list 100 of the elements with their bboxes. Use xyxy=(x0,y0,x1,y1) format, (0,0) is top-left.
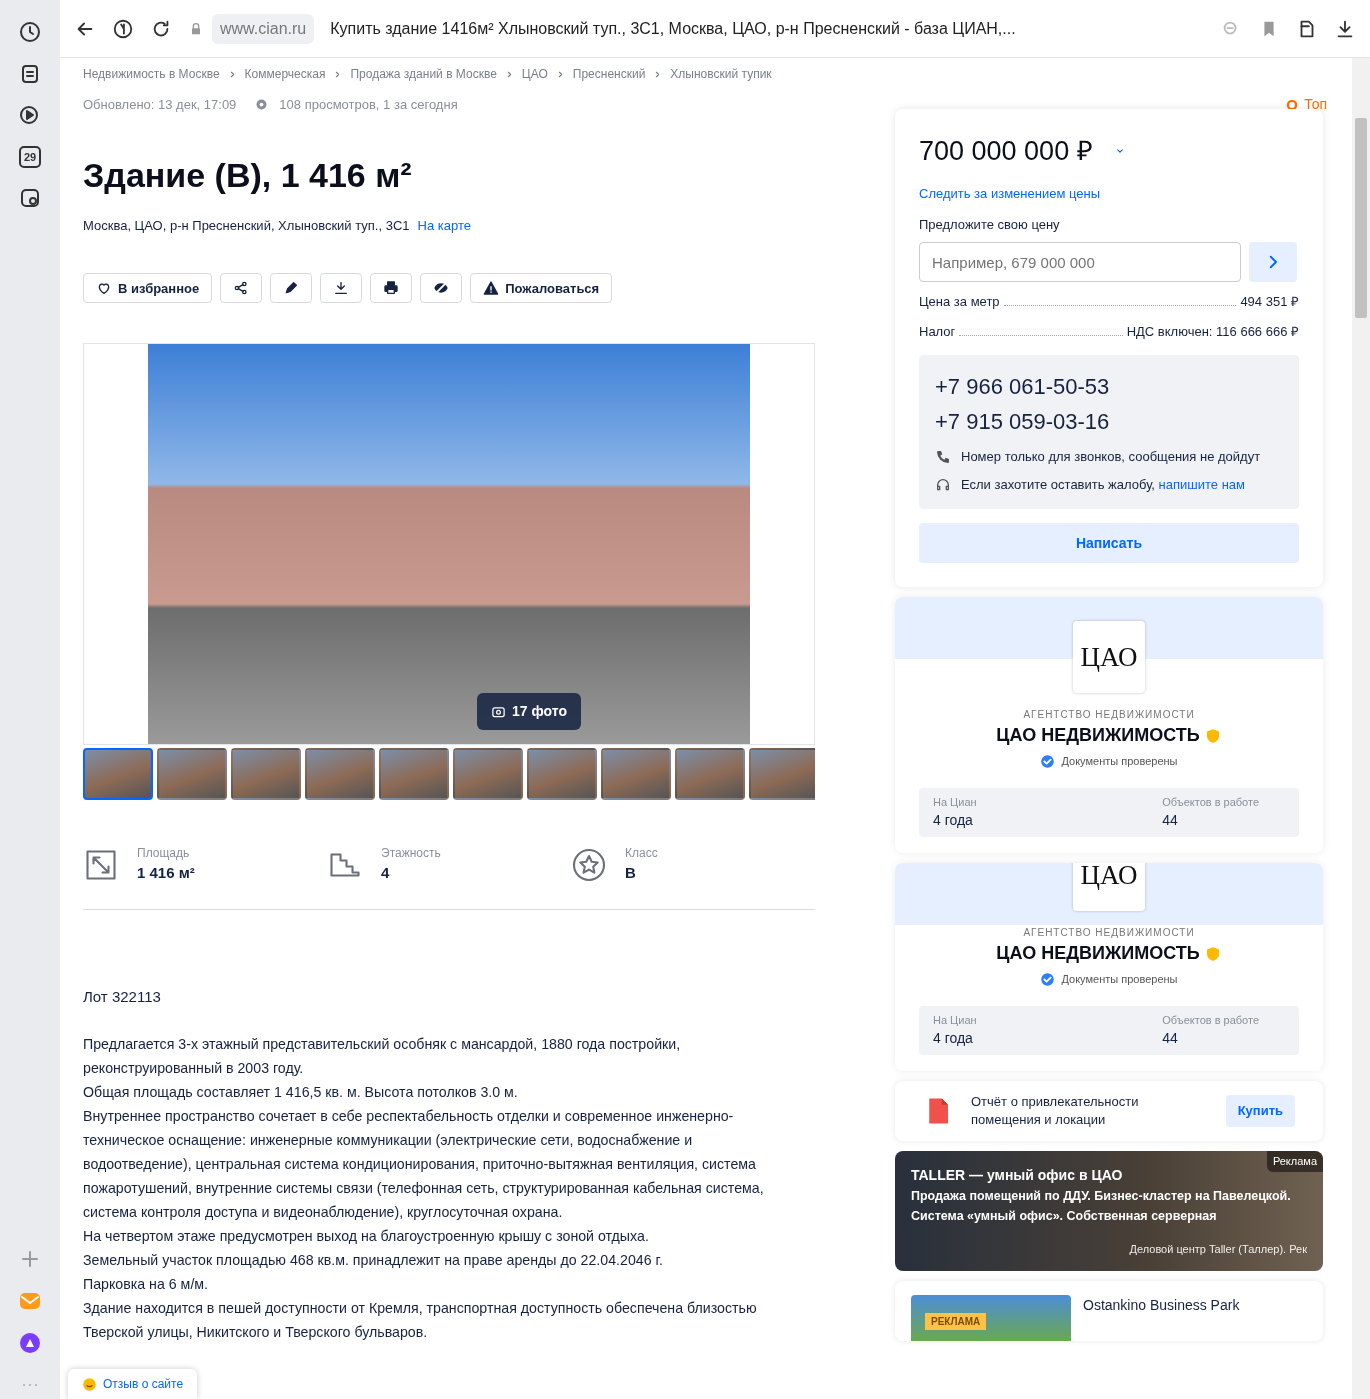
agency-logo[interactable]: ЦАО xyxy=(1073,863,1145,911)
feature-value: 4 xyxy=(381,863,391,884)
stat-value: 44 xyxy=(1162,1029,1179,1048)
breadcrumb-link[interactable]: Коммерческая xyxy=(244,65,326,83)
feature-value: 1 416 м² xyxy=(137,863,195,884)
smile-icon xyxy=(82,1376,97,1392)
calendar-day[interactable]: 29 xyxy=(19,146,41,168)
agency-logo[interactable]: ЦАО xyxy=(1073,621,1145,693)
feedback-button[interactable]: Отзыв о сайте xyxy=(68,1369,198,1399)
agency-type: АГЕНТСТВО НЕДВИЖИМОСТИ xyxy=(1022,708,1196,722)
photo-thumbnail[interactable] xyxy=(601,748,671,801)
photo-thumbnail[interactable] xyxy=(453,748,523,801)
photo-thumbnail[interactable] xyxy=(675,748,745,801)
complaint-text: Если захотите оставить жалобу, напишите нам xyxy=(961,476,1245,494)
heart-icon xyxy=(96,280,112,297)
page-title: Купить здание 1416м² Хлыновский туп., 3С1, Москва, ЦАО, р-н Пресненский - база ЦИАН,... xyxy=(330,18,1016,39)
stat-label: На Циан xyxy=(933,794,977,810)
description-paragraph: Земельный участок площадью 468 кв.м. принадлежит на праве аренды до 22.04.2046 г. xyxy=(83,1251,664,1271)
photo-count-button[interactable]: 17 фото xyxy=(477,693,581,731)
url-text[interactable]: www.cian.ru xyxy=(212,13,315,44)
headset-icon xyxy=(935,477,951,493)
ad-card[interactable]: РЕКЛАМА Ostankino Business Park xyxy=(895,1281,1323,1341)
top-label: Топ xyxy=(1304,95,1327,114)
warning-icon xyxy=(483,280,500,297)
detail-label: Налог xyxy=(919,322,956,341)
agency-name[interactable]: ЦАО НЕДВИЖИМОСТЬ xyxy=(996,940,1200,967)
feature-value: B xyxy=(625,863,637,884)
report-button[interactable]: Пожаловаться xyxy=(470,273,613,304)
favorite-button[interactable]: В избранное xyxy=(83,273,213,304)
photo-thumbnail[interactable] xyxy=(379,748,449,801)
price-tracking-link[interactable]: Следить за изменением цены xyxy=(919,183,1100,203)
download-button[interactable] xyxy=(320,273,363,304)
price: 700 000 000 ₽ xyxy=(919,135,1093,168)
verified-icon xyxy=(1040,753,1056,769)
detail-label: Цена за метр xyxy=(919,293,1000,311)
description-paragraph: Парковка на 6 м/м. xyxy=(83,1275,209,1295)
breadcrumb-link[interactable]: Хлыновский тупик xyxy=(670,65,772,83)
verified-icon xyxy=(1040,971,1056,987)
ad-label: Реклама xyxy=(1266,1151,1323,1172)
stat-value: 4 года xyxy=(933,811,974,830)
verified-label: Документы проверены xyxy=(1061,972,1178,987)
print-button[interactable] xyxy=(370,273,413,304)
stat-label: На Циан xyxy=(933,1012,977,1028)
scrollbar[interactable] xyxy=(1352,58,1370,1399)
buy-button[interactable]: Купить xyxy=(1225,1095,1295,1127)
assistant-icon[interactable] xyxy=(18,1331,42,1355)
photo-thumbnail[interactable] xyxy=(749,748,815,801)
ad-title: TALLER — умный офис в ЦАО xyxy=(911,1166,1124,1185)
updated-text: Обновлено: 13 дек, 17:09 xyxy=(83,95,237,114)
ad-title: Ostankino Business Park xyxy=(1083,1296,1240,1315)
description-paragraph: Внутреннее пространство сочетает в себе респектабельность отделки и современное инженерно-техническое оснащение: инженерные коммуникации (электрические сети, водоснабжение и водоотведение), центральная система кондиционирования, приточно-вытяжная вентиляция, система пожаротушений, внутренние системы связи (телефонная сеть, структурированная кабельная система, система контроля доступа и видеонаблюдение), круглосуточная охрана. xyxy=(83,1107,765,1223)
ad-source: Деловой центр Taller (Таллер). Рек xyxy=(1128,1241,1307,1257)
description-paragraph: Здание находится в пешей доступности от Кремля, транспортная доступность обеспечена близостью Тверской улицы, Никитского и Тверского бульваров. xyxy=(83,1299,758,1343)
price-offer-field[interactable]: Например, 679 000 000 xyxy=(919,242,1241,282)
ad-label: РЕКЛАМА xyxy=(925,1313,987,1330)
contact-link[interactable]: напишите нам xyxy=(1158,477,1245,492)
agency-type: АГЕНТСТВО НЕДВИЖИМОСТИ xyxy=(1022,926,1196,940)
breadcrumb-link[interactable]: ЦАО xyxy=(521,65,548,83)
views-text: 108 просмотров, 1 за сегодня xyxy=(279,95,458,114)
photo-thumbnail[interactable] xyxy=(157,748,227,801)
feature-label: Площадь xyxy=(137,845,191,863)
stat-value: 44 xyxy=(1162,811,1179,830)
phone-icon xyxy=(935,449,951,465)
breadcrumb-link[interactable]: Пресненский xyxy=(572,65,646,83)
stat-value: 4 года xyxy=(933,1029,974,1048)
report-description: Отчёт о привлекательности помещения и локации xyxy=(971,1093,1140,1129)
description-paragraph: На четвертом этаже предусмотрен выход на благоустроенную крышу с зоной отдыха. xyxy=(83,1227,650,1247)
detail-value: НДС включен: 116 666 666 ₽ xyxy=(1126,322,1299,341)
feature-label: Класс xyxy=(625,845,658,863)
listing-title: Здание (В), 1 416 м² xyxy=(83,155,413,196)
browser-logo-icon[interactable] xyxy=(112,17,134,40)
offer-label: Предложите свою цену xyxy=(919,215,1061,234)
breadcrumb-link[interactable]: Продажа зданий в Москве xyxy=(350,65,497,83)
description-paragraph: Общая площадь составляет 1 416,5 кв. м. Высота потолков 3.0 м. xyxy=(83,1083,519,1103)
camera-icon xyxy=(491,704,506,720)
map-link[interactable]: На карте xyxy=(417,217,471,233)
stat-label: Объектов в работе xyxy=(1162,1012,1259,1028)
photo-thumbnail[interactable] xyxy=(527,748,597,801)
printer-icon xyxy=(383,280,400,297)
agency-name[interactable]: ЦАО НЕДВИЖИМОСТЬ xyxy=(996,722,1200,749)
phone-number[interactable]: +7 915 059-03-16 xyxy=(935,404,1283,439)
share-button[interactable] xyxy=(220,273,263,304)
description-paragraph: Предлагается 3-х этажный представительский особняк с мансардой, 1880 года постройки, реконструированный в 2003 году. xyxy=(83,1035,682,1079)
lot-number: Лот 322113 xyxy=(83,986,162,1007)
breadcrumb-link[interactable]: Недвижимость в Москве xyxy=(83,65,220,83)
calls-note: Номер только для звонков, сообщения не дойдут xyxy=(961,448,1261,466)
screenshot-icon[interactable] xyxy=(18,186,42,210)
ad-text: Продажа помещений по ДДУ. Бизнес-кластер на Павелецкой. Система «умный офис». Собственная серверная xyxy=(911,1188,1292,1225)
phone-number[interactable]: +7 966 061-50-53 xyxy=(935,369,1283,404)
write-button[interactable]: Написать xyxy=(919,523,1299,563)
verified-label: Документы проверены xyxy=(1061,754,1178,769)
photo-thumbnail[interactable] xyxy=(231,748,301,801)
edit-button[interactable] xyxy=(270,273,313,304)
clock-icon[interactable] xyxy=(18,20,42,44)
photo-thumbnail[interactable] xyxy=(305,748,375,801)
ad-banner[interactable]: Реклама TALLER — умный офис в ЦАО Продажа помещений по ДДУ. Бизнес-кластер на Павелецкой. Система «умный офис». Собственная серверная Деловой центр Taller (Таллер). Рек xyxy=(895,1151,1323,1271)
photo-thumbnail[interactable] xyxy=(83,748,153,801)
hide-button[interactable] xyxy=(420,273,463,304)
top-icon xyxy=(1285,97,1300,112)
stat-label: Объектов в работе xyxy=(1162,794,1259,810)
